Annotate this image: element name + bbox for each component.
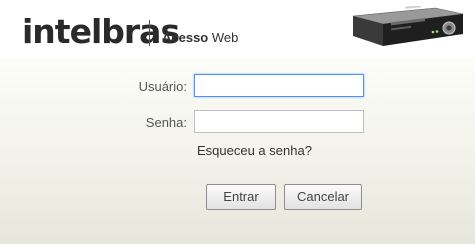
cancel-button[interactable]: Cancelar (284, 184, 362, 210)
password-label: Senha: (145, 115, 187, 130)
product-title-suffix: Web (208, 30, 239, 45)
product-title-prefix: Acesso (162, 30, 209, 45)
username-label: Usuário: (138, 79, 187, 94)
password-field[interactable] (194, 110, 364, 133)
product-title: Acesso Web (162, 30, 238, 45)
header: intelbras Acesso Web (0, 0, 475, 58)
header-divider (149, 20, 150, 46)
forgot-password-link[interactable]: Esqueceu a senha? (197, 143, 312, 158)
login-panel: Usuário: Senha: Esqueceu a senha? Entrar… (0, 58, 475, 244)
brand-logo: intelbras (22, 12, 180, 51)
dvr-recorder-icon (352, 6, 464, 46)
username-field[interactable] (194, 74, 364, 97)
login-button[interactable]: Entrar (206, 184, 276, 210)
